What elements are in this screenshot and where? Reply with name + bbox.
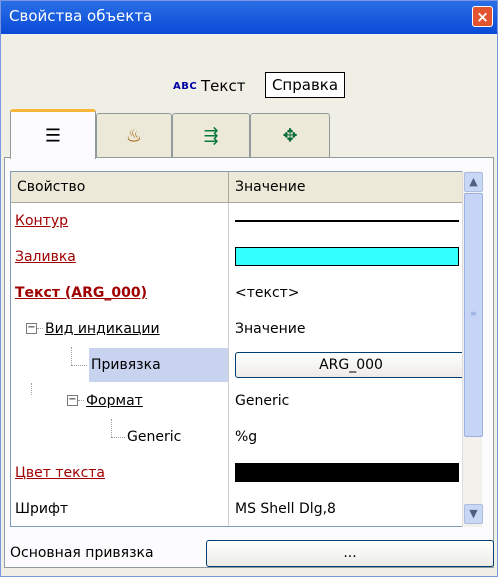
property-row-binding[interactable]: Привязка ARG_000	[11, 347, 472, 383]
collapse-icon[interactable]: −	[26, 323, 37, 334]
property-column-header[interactable]: Свойство	[11, 172, 229, 202]
vertical-scrollbar[interactable]: ▲ ≡ ▼	[462, 171, 483, 527]
property-value[interactable]: Generic	[229, 383, 472, 419]
tab-properties[interactable]: ☰	[10, 109, 96, 159]
property-value[interactable]: Значение	[229, 311, 472, 347]
property-key[interactable]: Текст (ARG_000)	[15, 275, 147, 311]
window-title: Свойства объекта	[9, 7, 153, 25]
collapse-icon[interactable]: −	[67, 395, 78, 406]
tab-fill[interactable]: ♨	[96, 113, 172, 157]
scroll-up-icon[interactable]: ▲	[464, 172, 483, 192]
move-arrows-icon: ✥	[282, 125, 298, 146]
grid-header: Свойство Значение	[11, 172, 472, 203]
property-row-font[interactable]: Шрифт MS Shell Dlg,8	[11, 491, 472, 526]
grip-icon: ≡	[470, 309, 477, 318]
list-properties-icon: ☰	[44, 125, 62, 146]
value-column-header[interactable]: Значение	[229, 172, 472, 202]
property-row-generic[interactable]: Generic %g	[11, 419, 472, 455]
close-button[interactable]: ×	[472, 6, 493, 27]
property-key[interactable]: Контур	[15, 203, 68, 239]
title-bar[interactable]: Свойства объекта ×	[1, 1, 497, 34]
property-value[interactable]: <текст>	[229, 275, 472, 311]
property-value[interactable]: MS Shell Dlg,8	[229, 491, 472, 526]
scroll-down-icon[interactable]: ▼	[464, 504, 483, 524]
text-object-icon: ABC	[173, 81, 198, 92]
binding-value-button[interactable]: ARG_000	[235, 352, 467, 378]
property-grid: Свойство Значение Контур Заливка Текст (…	[10, 171, 473, 527]
main-binding-label: Основная привязка	[10, 545, 154, 561]
property-key[interactable]: Шрифт	[15, 491, 68, 526]
object-name: Текст	[201, 77, 246, 95]
property-key[interactable]: Generic	[127, 419, 181, 455]
scroll-thumb[interactable]: ≡	[464, 193, 483, 437]
property-key[interactable]: Вид индикации	[45, 311, 160, 347]
property-row-text-color[interactable]: Цвет текста	[11, 455, 472, 491]
help-button[interactable]: Справка	[265, 72, 345, 98]
paint-bucket-icon: ♨	[125, 125, 143, 146]
tab-binding[interactable]: ⇶	[172, 113, 250, 157]
text-color-swatch[interactable]	[235, 463, 459, 482]
property-key[interactable]: Заливка	[15, 239, 76, 275]
property-key[interactable]: Формат	[86, 383, 143, 419]
property-key[interactable]: Привязка	[91, 347, 161, 383]
property-row-indication[interactable]: − Вид индикации Значение	[11, 311, 472, 347]
properties-window: Свойства объекта × ABC Текст Справка ☰ ♨…	[0, 0, 498, 577]
binding-icon: ⇶	[203, 125, 219, 146]
contour-line-swatch[interactable]	[235, 220, 459, 222]
property-row-format[interactable]: − Формат Generic	[11, 383, 472, 419]
tab-position[interactable]: ✥	[250, 113, 330, 157]
fill-color-swatch[interactable]	[235, 247, 459, 266]
property-row-contour[interactable]: Контур	[11, 203, 472, 239]
property-value[interactable]: %g	[229, 419, 472, 455]
main-binding-button[interactable]: ...	[206, 540, 494, 567]
property-key[interactable]: Цвет текста	[15, 455, 105, 491]
property-row-fill[interactable]: Заливка	[11, 239, 472, 275]
property-row-text[interactable]: Текст (ARG_000) <текст>	[11, 275, 472, 311]
